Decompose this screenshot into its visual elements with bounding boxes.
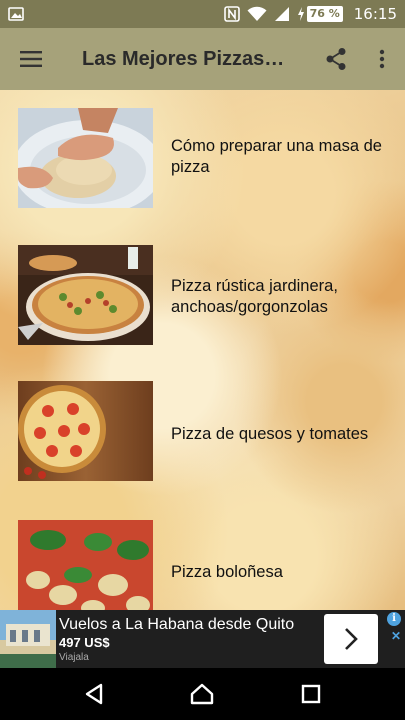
ad-open-button[interactable] xyxy=(324,614,378,664)
hamburger-menu-icon xyxy=(20,51,42,67)
ad-banner[interactable]: Vuelos a La Habana desde Quito 497 US$ V… xyxy=(0,610,405,668)
thumbnail-dough-kneading xyxy=(18,108,153,208)
back-button[interactable] xyxy=(64,668,124,720)
ad-image xyxy=(0,610,56,668)
more-vert-icon xyxy=(379,49,385,69)
navigation-bar xyxy=(0,668,405,720)
share-icon xyxy=(326,48,346,70)
overflow-menu-button[interactable] xyxy=(359,28,405,90)
home-icon xyxy=(191,683,214,705)
battery-indicator: 76 % xyxy=(297,6,343,22)
thumbnail-bolognese-pizza xyxy=(18,520,153,610)
ad-price: 497 US$ xyxy=(59,634,110,650)
battery-level: 76 % xyxy=(306,6,343,22)
battery-charging-icon xyxy=(297,7,304,21)
status-bar: 76 % 16:15 xyxy=(0,0,405,28)
close-icon[interactable]: ✕ xyxy=(391,629,401,643)
home-button[interactable] xyxy=(172,668,232,720)
list-item[interactable]: Pizza rústica jardinera, anchoas/gorgonz… xyxy=(0,236,405,346)
list-item-label: Pizza rústica jardinera, anchoas/gorgonz… xyxy=(171,277,338,316)
thumbnail-rustic-pizza xyxy=(18,245,153,345)
app-title: Las Mejores Pizzas… xyxy=(82,47,285,70)
info-icon[interactable]: i xyxy=(387,612,401,626)
list-item[interactable]: Pizza boloñesa xyxy=(0,512,405,610)
ad-source: Viajala xyxy=(59,651,89,663)
status-time: 16:15 xyxy=(353,5,397,23)
ad-title: Vuelos a La Habana desde Quito xyxy=(59,615,295,633)
menu-button[interactable] xyxy=(0,28,62,90)
back-triangle-icon xyxy=(85,683,103,705)
recents-button[interactable] xyxy=(281,668,341,720)
recents-square-icon xyxy=(301,684,321,704)
share-button[interactable] xyxy=(313,28,359,90)
nfc-icon xyxy=(223,6,240,22)
signal-icon xyxy=(274,6,290,22)
list-item-label: Pizza de quesos y tomates xyxy=(171,425,369,443)
list-item[interactable]: Pizza de quesos y tomates xyxy=(0,374,405,484)
thumbnail-cheese-tomato-pizza xyxy=(18,381,153,481)
list-item-label: Pizza boloñesa xyxy=(171,563,283,581)
wifi-icon xyxy=(247,6,267,22)
app-bar: Las Mejores Pizzas… xyxy=(0,28,405,90)
image-icon xyxy=(8,7,24,21)
list-item-label: Cómo preparar una masa de pizza xyxy=(171,137,382,176)
chevron-right-icon xyxy=(345,628,358,650)
recipe-list[interactable]: Cómo preparar una masa de pizza Pizza rú… xyxy=(0,90,405,610)
list-item[interactable]: Cómo preparar una masa de pizza xyxy=(0,98,405,208)
